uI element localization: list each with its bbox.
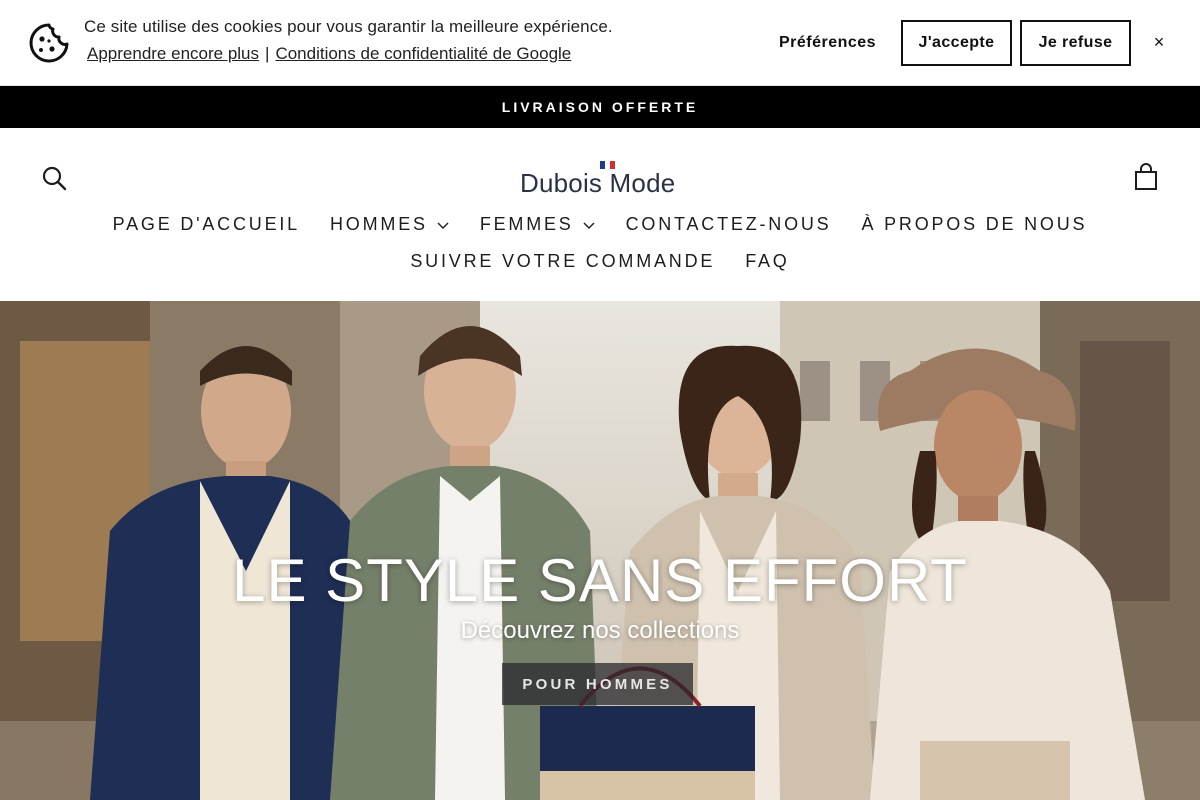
- nav-label: SUIVRE VOTRE COMMANDE: [410, 251, 716, 271]
- privacy-link[interactable]: Conditions de confidentialité de Google: [275, 44, 571, 63]
- nav-label: FEMMES: [479, 214, 574, 234]
- logo-text: Dubois Mode: [520, 168, 676, 198]
- nav-contact[interactable]: CONTACTEZ-NOUS: [626, 214, 832, 235]
- hero-subtitle: Découvrez nos collections: [460, 617, 740, 644]
- cookie-links: Apprendre encore plus | Conditions de conf…: [87, 44, 571, 64]
- learn-more-link[interactable]: Apprendre encore plus: [87, 44, 259, 63]
- nav-label: CONTACTEZ-NOUS: [625, 214, 832, 234]
- nav-track-order[interactable]: SUIVRE VOTRE COMMANDE: [410, 251, 715, 272]
- cookie-message: Ce site utilise des cookies pour vous ga…: [84, 17, 613, 36]
- nav-label: HOMMES: [330, 214, 428, 234]
- main-nav: PAGE D'ACCUEIL HOMMES FEMMES CONTACTEZ-N…: [0, 214, 1200, 235]
- nav-home[interactable]: PAGE D'ACCUEIL: [113, 214, 300, 235]
- secondary-nav: SUIVRE VOTRE COMMANDE FAQ: [0, 251, 1200, 272]
- nav-label: FAQ: [745, 251, 790, 271]
- site-header: Dubois Mode PAGE D'ACCUEIL HOMMES FEMMES…: [0, 128, 1200, 301]
- nav-hommes[interactable]: HOMMES: [330, 214, 450, 235]
- search-icon[interactable]: [40, 164, 68, 192]
- refuse-button[interactable]: Je refuse: [1020, 20, 1131, 66]
- hero-banner: LE STYLE SANS EFFORT Découvrez nos colle…: [0, 301, 1200, 800]
- nav-faq[interactable]: FAQ: [745, 251, 789, 272]
- shop-men-button[interactable]: POUR HOMMES: [502, 663, 693, 705]
- chevron-down-icon: [583, 222, 595, 229]
- nav-label: À PROPOS DE NOUS: [861, 214, 1088, 234]
- accept-button[interactable]: J'accepte: [901, 20, 1012, 66]
- preferences-button[interactable]: Préférences: [770, 20, 885, 66]
- cart-icon[interactable]: [1132, 162, 1160, 192]
- cookie-icon: [29, 23, 69, 63]
- site-logo[interactable]: Dubois Mode: [520, 158, 682, 198]
- announcement-bar: LIVRAISON OFFERTE: [0, 86, 1200, 128]
- nav-label: PAGE D'ACCUEIL: [112, 214, 300, 234]
- link-separator: |: [265, 44, 270, 63]
- chevron-down-icon: [437, 222, 449, 229]
- close-icon[interactable]: ×: [1145, 28, 1173, 56]
- nav-femmes[interactable]: FEMMES: [480, 214, 596, 235]
- nav-about[interactable]: À PROPOS DE NOUS: [861, 214, 1087, 235]
- hero-title: LE STYLE SANS EFFORT: [232, 547, 968, 614]
- cookie-banner: Ce site utilise des cookies pour vous ga…: [0, 0, 1200, 86]
